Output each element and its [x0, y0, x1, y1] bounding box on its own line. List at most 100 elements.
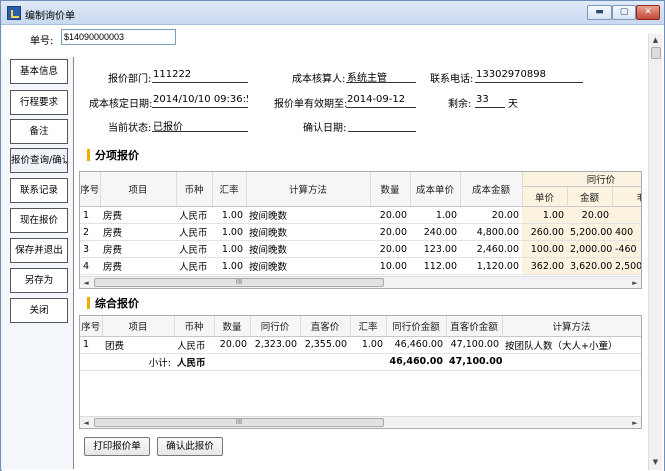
row-peer-amount: 2,000.00 [567, 240, 612, 258]
row-peer-unit: 362.00 [522, 257, 567, 275]
itemized-header-qty[interactable]: 数量 [370, 172, 411, 207]
itemized-header-peer-unit[interactable]: 单价 [522, 186, 568, 207]
sidebar-item-quote-now[interactable]: 现在报价 [10, 208, 68, 233]
row-seq: 3 [80, 240, 100, 258]
row-peer-margin: 2,500 [612, 257, 641, 275]
combined-scroll-thumb[interactable]: III [94, 418, 384, 427]
combined-header-qty[interactable]: 数量 [214, 316, 251, 337]
combined-header-currency[interactable]: 币种 [174, 316, 215, 337]
minimize-button[interactable]: ▬ [587, 5, 612, 20]
print-quote-button[interactable]: 打印报价单 [84, 437, 150, 456]
row-cost-amount: 4,800.00 [460, 223, 522, 241]
row-method: 按间晚数 [246, 223, 370, 241]
cost-date-value: 2014/10/10 09:36:59 [152, 94, 248, 108]
scroll-right-arrow-icon[interactable]: ► [629, 277, 641, 288]
scroll-up-arrow-icon[interactable]: ▲ [649, 34, 662, 47]
close-window-button[interactable]: ✕ [636, 5, 660, 20]
row-peer-margin: -460 [612, 240, 641, 258]
combined-header-method[interactable]: 计算方法 [502, 316, 641, 337]
row-peer-margin [612, 206, 641, 224]
row-peer-unit: 1.00 [522, 206, 567, 224]
combined-horizontal-scrollbar[interactable]: ◄ III ► [80, 416, 641, 428]
row-unit-cost: 123.00 [410, 240, 460, 258]
confirm-date-label: 确认日期: [303, 123, 347, 134]
combined-section-marker [87, 297, 90, 309]
row-seq: 1 [80, 206, 100, 224]
row-unit-cost: 240.00 [410, 223, 460, 241]
combined-header-item[interactable]: 项目 [102, 316, 175, 337]
sidebar-item-close[interactable]: 关闭 [10, 298, 68, 323]
doc-number-input[interactable] [61, 29, 176, 45]
row-peer-margin: 400 [612, 223, 641, 241]
accountant-label: 成本核算人: [292, 74, 346, 85]
remain-unit: 天 [508, 99, 518, 110]
window-title: 编制询价单 [25, 11, 75, 22]
combined-header-peer-amount[interactable]: 同行价金额 [386, 316, 447, 337]
phone-label: 联系电话: [430, 74, 474, 85]
cost-date-label: 成本核定日期: [89, 99, 153, 110]
title-bar[interactable]: 编制询价单 ▬ ▢ ✕ [1, 1, 664, 25]
sidebar-item-itinerary[interactable]: 行程要求 [10, 90, 68, 115]
row-item: 房费 [100, 257, 176, 275]
combined-header-peer-price[interactable]: 同行价 [250, 316, 301, 337]
row-rate: 1.00 [212, 257, 246, 275]
app-chart-icon [7, 6, 21, 20]
itemized-header-method[interactable]: 计算方法 [246, 172, 371, 207]
sidebar-item-remarks[interactable]: 备注 [10, 119, 68, 144]
itemized-row[interactable]: 2 房费 人民币 1.00 按间晚数 20.00 240.00 4,800.00… [80, 223, 641, 241]
row-seq: 2 [80, 223, 100, 241]
sidebar: 基本信息 行程要求 备注 报价查询/确认 联系记录 现在报价 保存并退出 另存为… [2, 57, 74, 469]
confirm-quote-button[interactable]: 确认此报价 [157, 437, 223, 456]
row-currency: 人民币 [176, 257, 212, 275]
vertical-scrollbar[interactable]: ▲ ▼ [648, 34, 662, 470]
row-method: 按间晚数 [246, 240, 370, 258]
scroll-left-arrow-icon[interactable]: ◄ [80, 417, 92, 428]
itemized-header-item[interactable]: 项目 [100, 172, 177, 207]
row-qty: 20.00 [370, 240, 410, 258]
row-rate: 1.00 [212, 240, 246, 258]
combined-header-direct-price[interactable]: 直客价 [300, 316, 351, 337]
row-qty: 20.00 [214, 336, 250, 354]
itemized-row[interactable]: 4 房费 人民币 1.00 按间晚数 10.00 112.00 1,120.00… [80, 257, 641, 275]
sidebar-item-contact-log[interactable]: 联系记录 [10, 178, 68, 203]
accountant-value: 系统主管 [346, 69, 416, 83]
row-peer-amount: 5,200.00 [567, 223, 612, 241]
scroll-down-arrow-icon[interactable]: ▼ [649, 456, 662, 469]
itemized-row[interactable]: 1 房费 人民币 1.00 按间晚数 20.00 1.00 20.00 1.00… [80, 206, 641, 224]
itemized-header-rate[interactable]: 汇率 [212, 172, 247, 207]
itemized-header-seq[interactable]: 序号 [80, 172, 101, 207]
scroll-right-arrow-icon[interactable]: ► [629, 417, 641, 428]
sidebar-item-save-as[interactable]: 另存为 [10, 268, 68, 293]
combined-row[interactable]: 1 团费 人民币 20.00 2,323.00 2,355.00 1.00 46… [80, 336, 641, 354]
status-label: 当前状态: [108, 123, 152, 134]
combined-header-rate[interactable]: 汇率 [350, 316, 387, 337]
sidebar-item-save-exit[interactable]: 保存并退出 [10, 238, 68, 263]
subtotal-currency: 人民币 [174, 353, 214, 371]
row-direct-price: 2,355.00 [300, 336, 350, 354]
itemized-header-unit-cost[interactable]: 成本单价 [410, 172, 461, 207]
itemized-horizontal-scrollbar[interactable]: ◄ III ► [80, 276, 641, 288]
maximize-button[interactable]: ▢ [612, 5, 636, 20]
subtotal-peer-amount: 46,460.00 [386, 353, 446, 371]
row-item: 团费 [102, 336, 174, 354]
combined-subtotal-row: 小计: 人民币 46,460.00 47,100.00 [80, 353, 641, 371]
window-content: 单号: ▲ ▼ 基本信息 行程要求 备注 报价查询/确认 联系记录 现在报价 保… [2, 25, 664, 471]
row-rate: 1.00 [212, 206, 246, 224]
doc-number-label: 单号: [30, 36, 54, 47]
itemized-header-peer-amount[interactable]: 金额 [567, 186, 613, 207]
row-method: 按团队人数（大人+小童） [502, 336, 641, 354]
combined-header-seq[interactable]: 序号 [80, 316, 103, 337]
itemized-row[interactable]: 3 房费 人民币 1.00 按间晚数 20.00 123.00 2,460.00… [80, 240, 641, 258]
row-rate: 1.00 [350, 336, 386, 354]
itemized-header-cost-amount[interactable]: 成本金额 [460, 172, 523, 207]
sidebar-item-basic-info[interactable]: 基本信息 [10, 59, 68, 84]
itemized-header-peer-margin[interactable]: 毛利 [612, 186, 641, 207]
vertical-scroll-thumb[interactable] [651, 47, 661, 59]
combined-header-direct-amount[interactable]: 直客价金额 [446, 316, 503, 337]
phone-value: 13302970898 [475, 69, 583, 83]
itemized-scroll-thumb[interactable]: III [94, 278, 384, 287]
dept-value: 111222 [152, 69, 248, 83]
scroll-left-arrow-icon[interactable]: ◄ [80, 277, 92, 288]
sidebar-item-quote-query[interactable]: 报价查询/确认 [10, 148, 68, 173]
itemized-header-currency[interactable]: 币种 [176, 172, 213, 207]
